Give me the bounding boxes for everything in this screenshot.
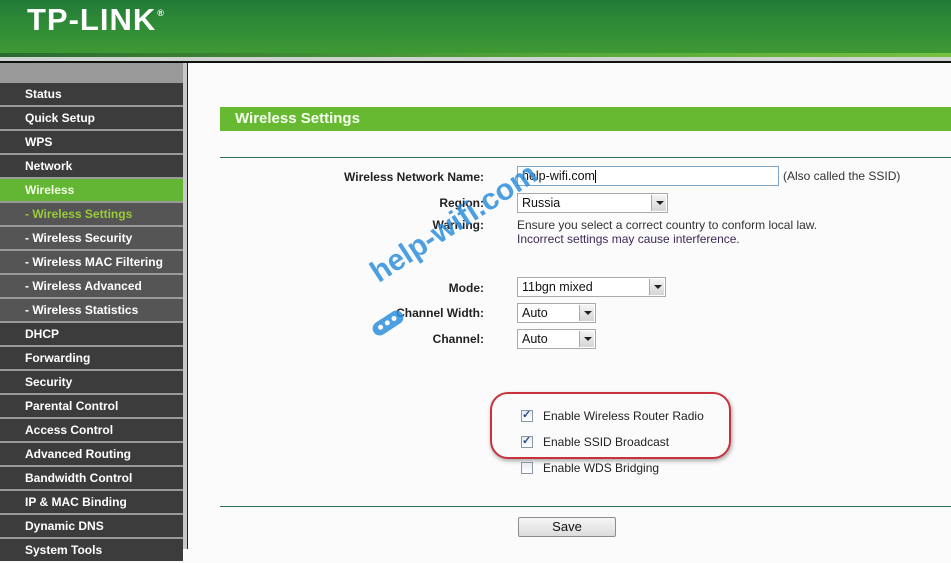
sidebar-item-bandwidth-control[interactable]: Bandwidth Control — [0, 467, 183, 489]
region-label: Region: — [439, 196, 484, 210]
warning-text-line1: Ensure you select a correct country to c… — [517, 218, 818, 232]
enable-wds-label: Enable WDS Bridging — [543, 461, 660, 475]
header: TP-LINK® — [0, 0, 951, 63]
region-select[interactable]: Russia — [517, 193, 668, 213]
enable-radio-checkbox[interactable] — [521, 408, 533, 422]
sidebar-item-wireless-statistics[interactable]: - Wireless Statistics — [0, 299, 183, 321]
chevron-down-icon[interactable] — [579, 331, 594, 347]
text-caret — [594, 170, 596, 184]
enable-ssid-broadcast-checkbox[interactable] — [521, 434, 533, 448]
sidebar-item-access-control[interactable]: Access Control — [0, 419, 183, 441]
enable-radio-label: Enable Wireless Router Radio — [543, 409, 704, 423]
brand-text: TP-LINK — [27, 2, 157, 37]
sidebar-item-dhcp[interactable]: DHCP — [0, 323, 183, 345]
sidebar-item-wireless-settings[interactable]: - Wireless Settings — [0, 203, 183, 225]
page-title: Wireless Settings — [220, 107, 951, 131]
tp-link-logo: TP-LINK® — [27, 2, 165, 38]
ssid-hint: (Also called the SSID) — [783, 169, 901, 183]
sidebar-item-dynamic-dns[interactable]: Dynamic DNS — [0, 515, 183, 537]
top-divider — [220, 157, 951, 158]
mode-label: Mode: — [448, 281, 484, 295]
sidebar-item-system-tools[interactable]: System Tools — [0, 539, 183, 561]
channel-width-label: Channel Width: — [396, 306, 484, 320]
warning-label: Warning: — [432, 218, 484, 232]
sidebar-item-ip-mac-binding[interactable]: IP & MAC Binding — [0, 491, 183, 513]
registered-mark: ® — [157, 8, 165, 18]
channel-width-select[interactable]: Auto — [517, 303, 596, 323]
ssid-input[interactable]: help-wifi.com — [517, 166, 779, 186]
channel-select[interactable]: Auto — [517, 329, 596, 349]
sidebar-item-forwarding[interactable]: Forwarding — [0, 347, 183, 369]
chevron-down-icon[interactable] — [651, 195, 666, 211]
sidebar-item-status[interactable]: Status — [0, 83, 183, 105]
sidebar-item-advanced-routing[interactable]: Advanced Routing — [0, 443, 183, 465]
channel-value: Auto — [522, 332, 548, 346]
sidebar-item-wps[interactable]: WPS — [0, 131, 183, 153]
sidebar-item-wireless-security[interactable]: - Wireless Security — [0, 227, 183, 249]
mode-select[interactable]: 11bgn mixed — [517, 277, 666, 297]
channel-width-value: Auto — [522, 306, 548, 320]
sidebar-item-wireless[interactable]: Wireless — [0, 179, 183, 201]
bottom-divider — [220, 506, 951, 507]
chevron-down-icon[interactable] — [649, 279, 664, 295]
sidebar-item-parental-control[interactable]: Parental Control — [0, 395, 183, 417]
region-value: Russia — [522, 196, 561, 210]
channel-label: Channel: — [432, 332, 484, 346]
chevron-down-icon[interactable] — [579, 305, 594, 321]
mode-value: 11bgn mixed — [522, 280, 593, 294]
enable-ssid-broadcast-label: Enable SSID Broadcast — [543, 435, 670, 449]
sidebar-item-quick-setup[interactable]: Quick Setup — [0, 107, 183, 129]
sidebar-item-wireless-advanced[interactable]: - Wireless Advanced — [0, 275, 183, 297]
warning-text-line2: Incorrect settings may cause interferenc… — [517, 232, 740, 246]
sidebar-menu: Status Quick Setup WPS Network Wireless … — [0, 83, 183, 563]
sidebar-item-wireless-mac-filtering[interactable]: - Wireless MAC Filtering — [0, 251, 183, 273]
ssid-value: help-wifi.com — [522, 169, 595, 183]
ssid-label: Wireless Network Name: — [344, 170, 484, 184]
enable-wds-checkbox[interactable] — [521, 462, 533, 474]
sidebar-item-security[interactable]: Security — [0, 371, 183, 393]
save-button[interactable]: Save — [518, 517, 616, 537]
sidebar-item-network[interactable]: Network — [0, 155, 183, 177]
